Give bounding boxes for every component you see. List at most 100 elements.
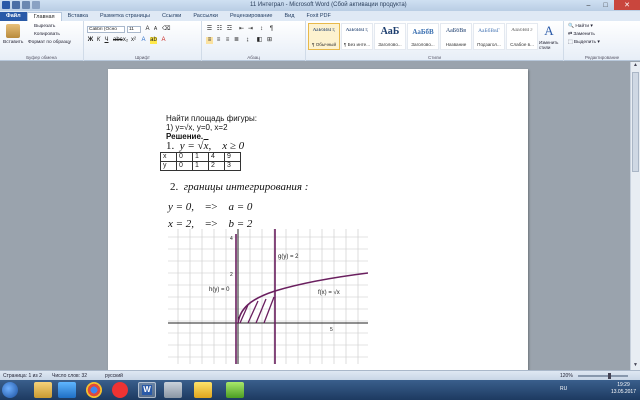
decrease-indent-icon[interactable]: ⇤ xyxy=(238,26,245,33)
status-bar: Страница: 1 из 2 Число слов: 32 русский … xyxy=(0,370,640,380)
multilevel-list-icon[interactable]: ☲ xyxy=(226,26,233,33)
tab-foxit-pdf[interactable]: Foxit PDF xyxy=(300,12,336,21)
language[interactable]: русский xyxy=(105,373,123,379)
shading-icon[interactable]: ◧ xyxy=(256,37,263,44)
paste-button[interactable]: Вставить xyxy=(3,40,23,45)
tab-insert[interactable]: Вставка xyxy=(62,12,94,21)
italic-icon[interactable]: К xyxy=(95,37,102,44)
step-2-number: 2. xyxy=(170,181,179,193)
word-app-icon[interactable] xyxy=(2,1,10,9)
clipboard-group: Вставить Вырезать Копировать Формат по о… xyxy=(0,21,84,61)
yandex-icon[interactable] xyxy=(112,382,128,398)
app-icon[interactable] xyxy=(164,382,182,398)
font-name-select[interactable]: Calibri (Осно xyxy=(87,26,125,33)
minimize-button[interactable]: – xyxy=(580,0,597,10)
style-normal[interactable]: АаБбВвГг, ¶ Обычный xyxy=(308,23,340,50)
change-styles-icon[interactable]: A xyxy=(542,24,556,38)
media-player-icon[interactable] xyxy=(58,382,76,398)
vertical-scrollbar[interactable]: ▲ ▼ xyxy=(630,62,640,370)
grow-font-icon[interactable]: A xyxy=(144,26,151,33)
document-page[interactable]: Найти площадь фигуры: 1) y=√x, y=0, x=2 … xyxy=(108,69,528,374)
paint-icon[interactable] xyxy=(194,382,212,398)
style-name: Подзагол... xyxy=(477,42,501,47)
clock[interactable]: 19:29 13.05.2017 xyxy=(611,382,636,396)
select-button[interactable]: ⬚ Выделить ▾ xyxy=(568,40,600,45)
strikethrough-icon[interactable]: abc xyxy=(113,37,123,44)
style-subtle-emphasis[interactable]: АаБбВвГг Слабое в... xyxy=(506,23,538,50)
paragraph-group: ☰ ☷ ☲ ⇤ ⇥ ↕ ¶ ≡ ≡ ≡ ≣ ↨ ◧ ⊞ Абзац xyxy=(202,21,306,61)
task-heading: Найти площадь фигуры: xyxy=(166,114,257,123)
replace-label: Заменить xyxy=(573,32,595,37)
style-title[interactable]: АаБбВв Название xyxy=(440,23,472,50)
tab-home[interactable]: Главная xyxy=(26,12,62,21)
paste-icon[interactable] xyxy=(6,24,20,38)
sort-icon[interactable]: ↕ xyxy=(258,26,265,33)
text-effects-icon[interactable]: A xyxy=(140,37,147,44)
find-button[interactable]: 🔍 Найти ▾ xyxy=(568,24,593,29)
tab-view[interactable]: Вид xyxy=(278,12,300,21)
style-heading-2[interactable]: АаБбВ Заголово... xyxy=(407,23,439,50)
undo-icon[interactable] xyxy=(22,1,30,9)
zoom-level[interactable]: 120% xyxy=(560,373,573,379)
format-painter-button[interactable]: Формат по образцу xyxy=(28,40,71,45)
increase-indent-icon[interactable]: ⇥ xyxy=(247,26,254,33)
tab-review[interactable]: Рецензирование xyxy=(224,12,278,21)
tab-page-layout[interactable]: Разметка страницы xyxy=(94,12,156,21)
table-row: y 0 1 2 3 xyxy=(160,161,241,171)
tab-references[interactable]: Ссылки xyxy=(156,12,187,21)
style-no-spacing[interactable]: АаБбВвГг, ¶ Без инте... xyxy=(341,23,373,50)
folder-icon[interactable] xyxy=(226,382,244,398)
superscript-icon[interactable]: x² xyxy=(130,37,137,44)
shrink-font-icon[interactable]: A xyxy=(152,26,159,33)
bold-icon[interactable]: Ж xyxy=(87,37,94,44)
tab-mailings[interactable]: Рассылки xyxy=(187,12,224,21)
style-heading-1[interactable]: АаБ Заголово... xyxy=(374,23,406,50)
page-count[interactable]: Страница: 1 из 2 xyxy=(3,373,42,379)
change-styles-button[interactable]: Изменить стили xyxy=(539,40,563,50)
scroll-up-icon[interactable]: ▲ xyxy=(631,62,640,70)
maximize-button[interactable]: □ xyxy=(597,0,614,10)
show-marks-icon[interactable]: ¶ xyxy=(268,26,275,33)
numbering-icon[interactable]: ☷ xyxy=(216,26,223,33)
highlight-icon[interactable]: ab xyxy=(150,37,157,44)
borders-icon[interactable]: ⊞ xyxy=(266,37,273,44)
chrome-icon[interactable] xyxy=(86,382,102,398)
editing-group-label: Редактирование xyxy=(584,55,620,60)
step-1-number: 1. xyxy=(166,140,175,152)
tick-y-4: 4 xyxy=(230,236,233,242)
tab-file[interactable]: Файл xyxy=(0,12,27,21)
font-size-select[interactable]: 11 xyxy=(127,26,141,33)
zoom-slider[interactable] xyxy=(578,373,628,379)
cut-button[interactable]: Вырезать xyxy=(34,24,55,29)
style-sample: АаБ xyxy=(380,26,400,37)
zoom-slider-thumb[interactable] xyxy=(608,373,611,379)
keyboard-language[interactable]: RU xyxy=(560,386,567,392)
close-button[interactable]: ✕ xyxy=(614,0,640,10)
explorer-icon[interactable] xyxy=(34,382,52,398)
line-spacing-icon[interactable]: ↨ xyxy=(244,37,251,44)
word-count[interactable]: Число слов: 32 xyxy=(52,373,87,379)
scroll-down-icon[interactable]: ▼ xyxy=(631,362,640,370)
grid xyxy=(168,229,368,364)
scroll-thumb[interactable] xyxy=(632,72,639,172)
underline-icon[interactable]: Ч xyxy=(103,37,110,44)
table-cell: 3 xyxy=(224,161,241,171)
label-h: h(y) = 0 xyxy=(209,287,230,293)
redo-icon[interactable] xyxy=(32,1,40,9)
align-center-icon[interactable]: ≡ xyxy=(215,37,222,44)
align-left-icon[interactable]: ≡ xyxy=(206,37,213,44)
align-right-icon[interactable]: ≡ xyxy=(224,37,231,44)
save-icon[interactable] xyxy=(12,1,20,9)
bullets-icon[interactable]: ☰ xyxy=(206,26,213,33)
start-button[interactable] xyxy=(2,382,18,398)
style-subtitle[interactable]: АаБбВвГ Подзагол... xyxy=(473,23,505,50)
justify-icon[interactable]: ≣ xyxy=(233,37,240,44)
styles-group: АаБбВвГг, ¶ Обычный АаБбВвГг, ¶ Без инте… xyxy=(306,21,564,61)
word-taskbar-icon[interactable]: W xyxy=(138,382,156,398)
font-color-icon[interactable]: A xyxy=(160,37,167,44)
step-2-label: границы интегрирования : xyxy=(183,181,309,193)
copy-button[interactable]: Копировать xyxy=(34,32,60,37)
replace-button[interactable]: ⇄ Заменить xyxy=(568,32,595,37)
clear-format-icon[interactable]: ⌫ xyxy=(162,26,170,33)
subscript-icon[interactable]: x₂ xyxy=(122,37,129,44)
